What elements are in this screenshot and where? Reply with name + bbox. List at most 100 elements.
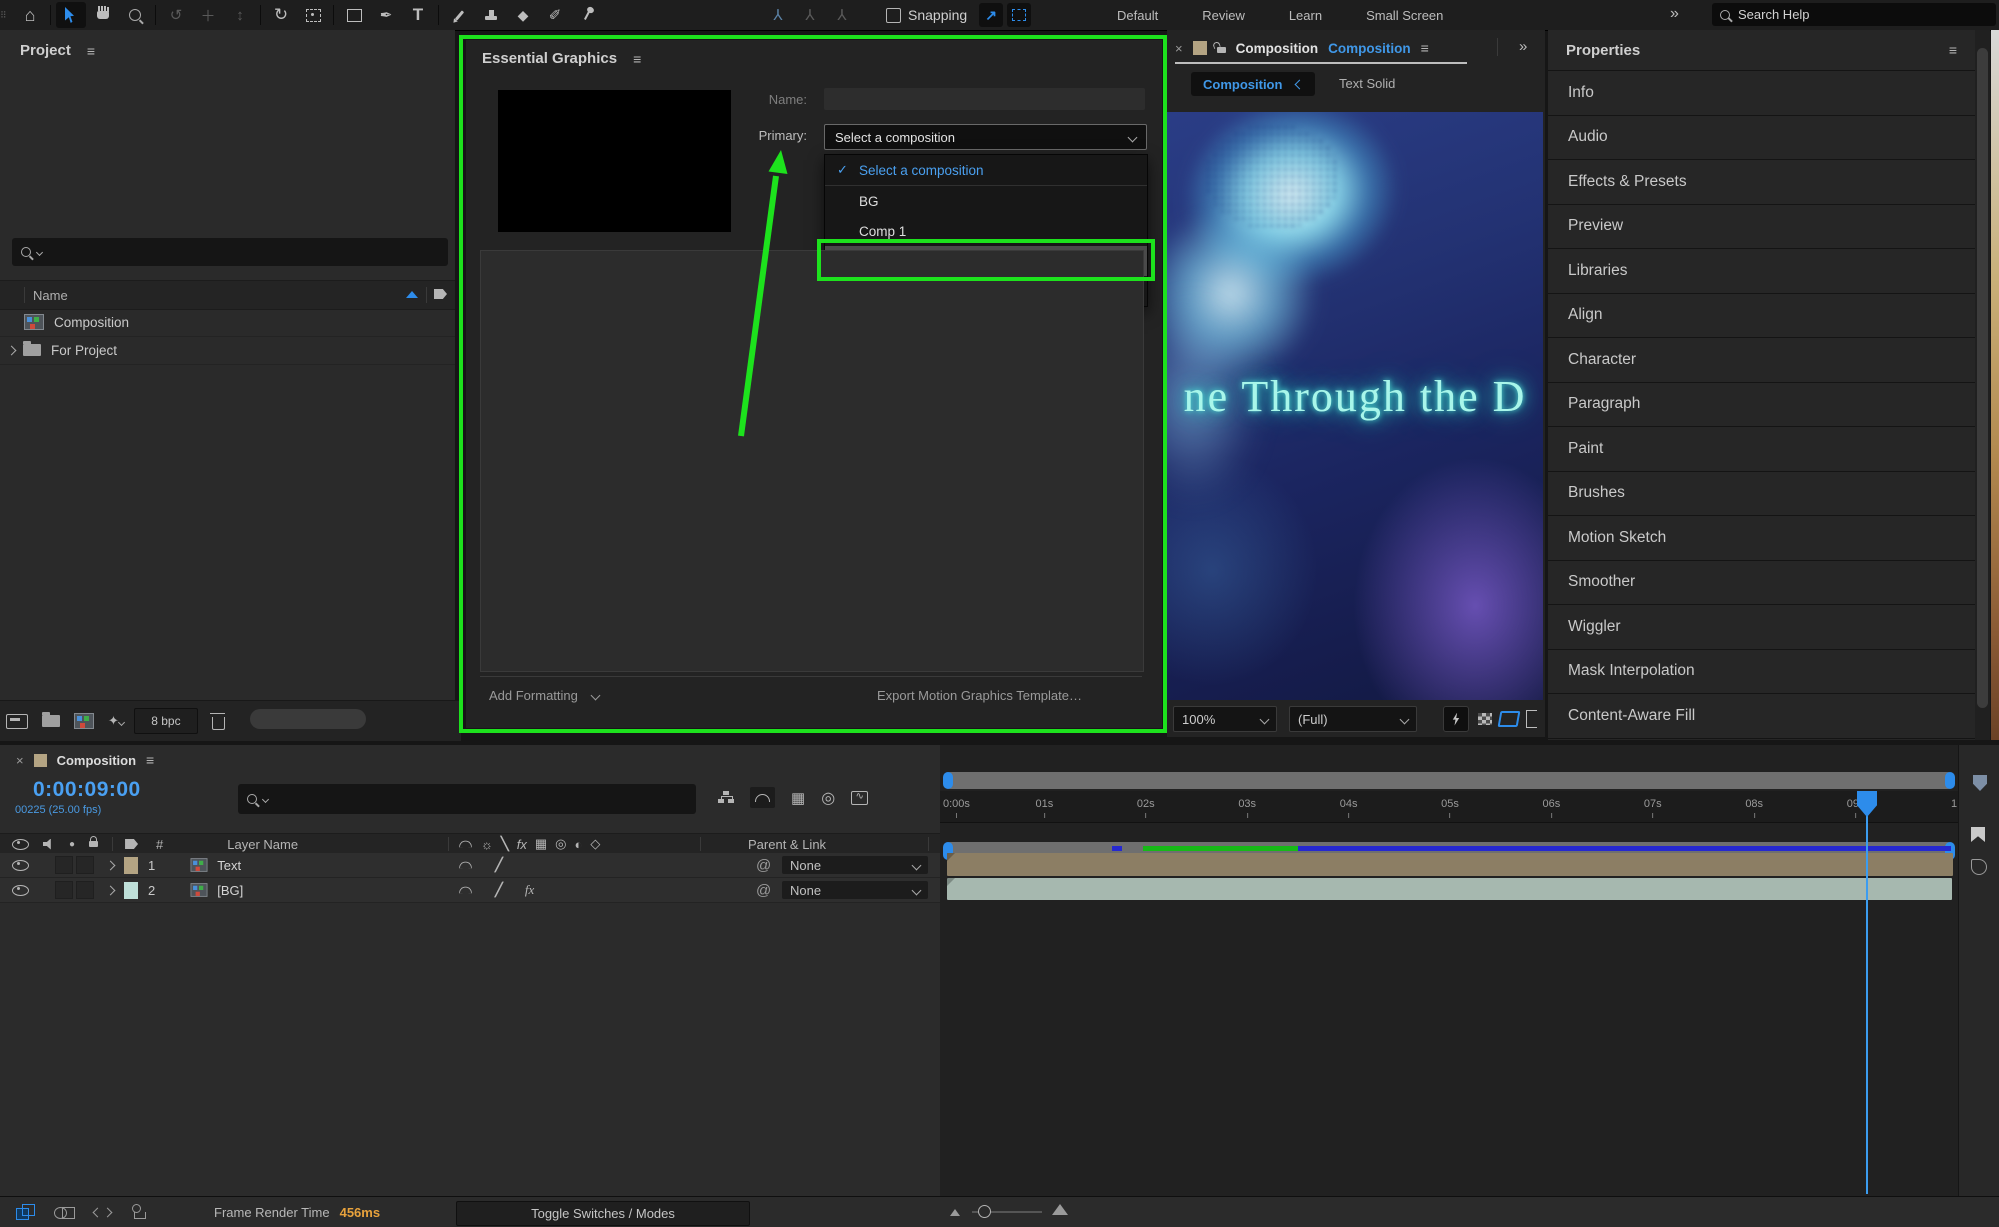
close-tab-icon[interactable]: × <box>1175 41 1183 56</box>
project-list-header[interactable]: Name <box>0 280 455 310</box>
pen-tool-icon[interactable]: ✒ <box>371 2 401 28</box>
properties-panel-item[interactable]: Paint <box>1548 427 1975 472</box>
workspace-tab[interactable]: Default <box>1117 8 1158 23</box>
properties-panel-item[interactable]: Paragraph <box>1548 383 1975 428</box>
properties-panel-item[interactable]: Effects & Presets <box>1548 160 1975 205</box>
color-depth-button[interactable]: 8 bpc <box>134 708 198 734</box>
unlock-icon[interactable] <box>1217 47 1226 53</box>
orbit-camera-tool-icon[interactable]: ↺ <box>161 2 191 28</box>
parent-select[interactable]: None <box>782 856 928 874</box>
region-of-interest-icon[interactable] <box>1498 711 1521 727</box>
view-axis-mode-icon[interactable]: ⅄ <box>827 2 857 28</box>
local-axis-mode-icon[interactable]: ⅄ <box>763 2 793 28</box>
layer-color-swatch[interactable] <box>124 882 138 899</box>
panel-drag-handle[interactable]: ⠿ <box>0 10 14 21</box>
camera-tool-icon[interactable] <box>298 2 328 28</box>
properties-panel-item[interactable]: Info <box>1548 71 1975 116</box>
hide-shy-layers-icon[interactable] <box>750 787 775 808</box>
guides-icon[interactable] <box>1526 710 1537 728</box>
primary-menu-item[interactable]: ✓ Comp 1 <box>825 216 1147 246</box>
properties-panel-item[interactable]: Brushes <box>1548 472 1975 517</box>
quality-toggle-icon[interactable]: ╱ <box>495 857 503 873</box>
layer-bar-bg[interactable] <box>947 878 1952 900</box>
pick-whip-icon[interactable]: @ <box>756 882 771 899</box>
pick-whip-icon[interactable]: @ <box>756 857 771 874</box>
essential-graphics-menu-icon[interactable]: ≡ <box>633 51 641 67</box>
timeline-search-input[interactable] <box>238 784 696 814</box>
trash-icon[interactable] <box>212 717 225 730</box>
current-time-display[interactable]: 0:00:09:00 <box>33 778 141 802</box>
shy-toggle-icon[interactable] <box>459 862 472 869</box>
toggle-switches-modes-button[interactable]: Toggle Switches / Modes <box>456 1201 750 1226</box>
new-composition-icon[interactable] <box>74 713 94 729</box>
primary-composition-select[interactable]: Select a composition <box>824 124 1147 150</box>
new-folder-icon[interactable] <box>42 715 60 727</box>
viewer-tab-label[interactable]: Composition <box>1236 41 1319 56</box>
composition-canvas[interactable]: ne Through the D <box>1167 112 1543 700</box>
properties-scrollbar-thumb[interactable] <box>1977 48 1988 708</box>
label-column-icon[interactable] <box>434 289 447 299</box>
puppet-pin-tool-icon[interactable] <box>572 2 602 28</box>
rotation-tool-icon[interactable]: ↻ <box>266 2 296 28</box>
project-panel-menu-icon[interactable]: ≡ <box>87 43 95 59</box>
project-horizontal-scrollbar[interactable] <box>250 709 366 729</box>
eraser-tool-icon[interactable]: ◆ <box>508 2 538 28</box>
interpret-footage-icon[interactable] <box>6 714 28 729</box>
viewer-tab-comp-name[interactable]: Composition <box>1328 41 1411 56</box>
comp-marker-icon[interactable] <box>1971 827 1985 842</box>
help-search-input[interactable]: Search Help <box>1712 3 1996 26</box>
breadcrumb-back-icon[interactable] <box>1295 79 1305 89</box>
frame-blending-icon[interactable]: ▦ <box>791 789 805 807</box>
expand-layer-icon[interactable] <box>106 885 116 895</box>
properties-panel-item[interactable]: Preview <box>1548 205 1975 250</box>
breadcrumb[interactable]: Composition <box>1191 72 1315 96</box>
snap-to-feature-icon[interactable] <box>1007 3 1031 27</box>
workspace-tab[interactable]: Review <box>1202 8 1245 23</box>
close-tab-icon[interactable]: × <box>16 753 24 768</box>
expand-panes-icon[interactable] <box>92 1204 114 1222</box>
selection-tool-icon[interactable] <box>56 2 86 28</box>
layer-bar-text[interactable] <box>947 853 1953 876</box>
export-motion-graphics-template-button[interactable]: Export Motion Graphics Template… <box>877 688 1082 703</box>
marker-bin-icon[interactable] <box>1973 775 1987 791</box>
layer-color-swatch[interactable] <box>124 857 138 874</box>
add-formatting-button[interactable]: Add Formatting <box>489 688 599 703</box>
snap-to-layer-icon[interactable]: ↗ <box>979 3 1003 27</box>
properties-panel-item[interactable]: Wiggler <box>1548 605 1975 650</box>
properties-panel-item[interactable]: Smoother <box>1548 561 1975 606</box>
layer-visibility-icon[interactable] <box>12 860 29 871</box>
workspace-tab[interactable]: Learn <box>1289 8 1322 23</box>
project-item-composition[interactable]: Composition <box>0 308 455 337</box>
primary-menu-item[interactable]: ✓ Select a composition <box>825 155 1147 186</box>
composition-mini-flowchart-icon[interactable] <box>718 791 734 804</box>
pan-camera-tool-icon[interactable]: ＋ <box>193 2 223 28</box>
transparency-grid-icon[interactable] <box>1478 713 1492 725</box>
breadcrumb-parent[interactable]: Text Solid <box>1339 76 1395 91</box>
comp-button-icon[interactable] <box>1971 859 1987 875</box>
properties-panel-item[interactable]: Mask Interpolation <box>1548 650 1975 695</box>
expand-layer-icon[interactable] <box>106 860 116 870</box>
motion-blur-icon[interactable]: ◎ <box>821 788 835 808</box>
live-update-icon[interactable] <box>16 1204 38 1222</box>
home-icon[interactable]: ⌂ <box>15 2 45 28</box>
panel-overflow-chevrons[interactable]: » <box>1519 38 1527 55</box>
resolution-select[interactable]: (Full) <box>1289 706 1417 732</box>
viewer-panel-menu-icon[interactable]: ≡ <box>1421 40 1429 56</box>
shy-toggle-icon[interactable] <box>459 887 472 894</box>
quality-toggle-icon[interactable]: ╱ <box>495 882 503 898</box>
template-name-field[interactable] <box>824 88 1145 110</box>
layer-visibility-icon[interactable] <box>12 885 29 896</box>
properties-panel-item[interactable]: Motion Sketch <box>1548 516 1975 561</box>
zoom-out-timeline-icon[interactable] <box>950 1209 960 1216</box>
sort-ascending-icon[interactable] <box>406 291 418 298</box>
expand-chevron-icon[interactable] <box>7 345 17 355</box>
properties-scrollbar-track[interactable] <box>1975 30 1990 740</box>
timeline-zoom-slider-knob[interactable] <box>978 1205 991 1218</box>
brainstorm-icon[interactable] <box>130 1204 152 1222</box>
project-search-input[interactable] <box>12 238 448 266</box>
properties-panel-item[interactable]: Content-Aware Fill <box>1548 694 1975 739</box>
time-ruler[interactable]: 0:00s01s02s03s04s05s06s07s08s09s1 <box>940 791 1958 823</box>
workspace-tab[interactable]: Small Screen <box>1366 8 1443 23</box>
timeline-panel-menu-icon[interactable]: ≡ <box>146 752 154 768</box>
comp-label-swatch[interactable] <box>34 754 47 767</box>
